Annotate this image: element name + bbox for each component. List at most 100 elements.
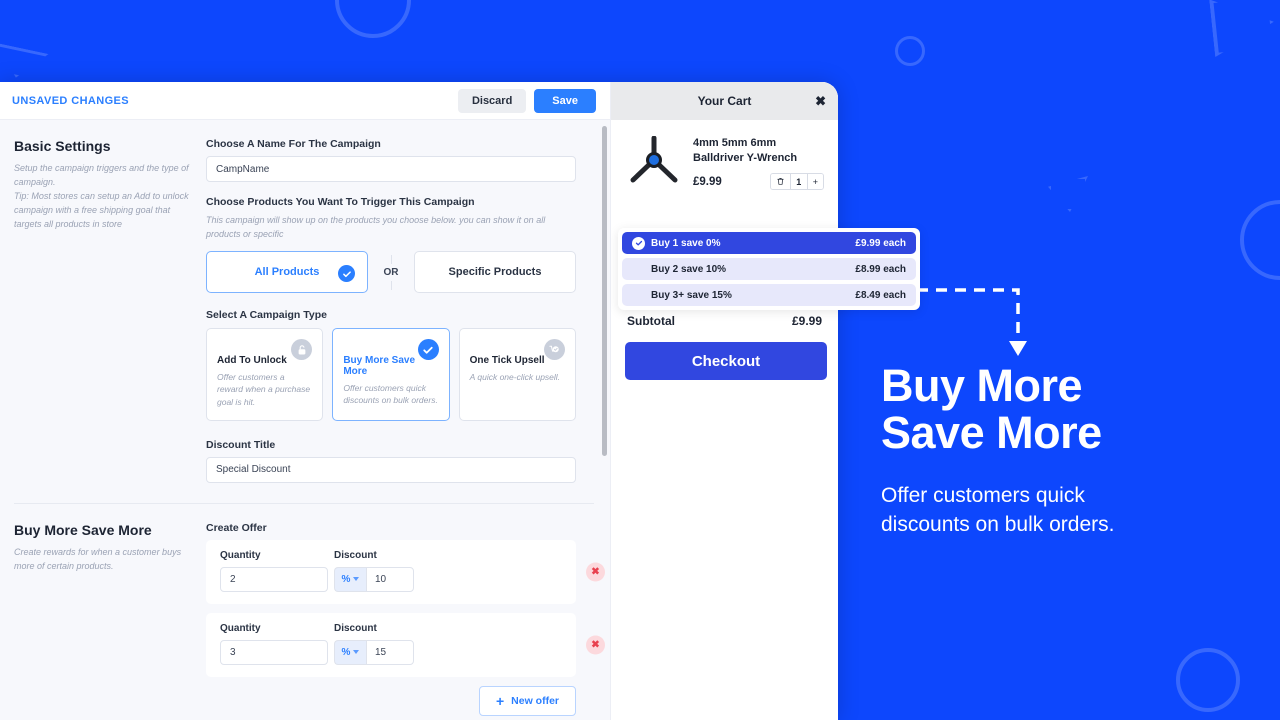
offer-tier[interactable]: Buy 2 save 10% £8.99 each <box>622 258 916 280</box>
quantity-header: Quantity <box>220 622 261 634</box>
trash-icon[interactable] <box>770 174 790 190</box>
app-window: UNSAVED CHANGES Discard Save Basic Setti… <box>0 82 838 720</box>
create-offer-label: Create Offer <box>206 521 267 534</box>
campaign-type-buy-more-save-more[interactable]: Buy More Save More Offer customers quick… <box>332 328 450 421</box>
buy-more-info: Buy More Save More Create rewards for wh… <box>14 522 206 716</box>
basic-settings-section: Basic Settings Setup the campaign trigge… <box>0 120 610 483</box>
basic-settings-title: Basic Settings <box>14 138 111 154</box>
basic-settings-form: Choose A Name For The Campaign Choose Pr… <box>206 138 594 483</box>
offer-inputs: % <box>220 639 562 665</box>
buy-more-save-more-section: Buy More Save More Create rewards for wh… <box>0 504 610 716</box>
quantity-header: Quantity <box>220 549 261 561</box>
offer-headers: Quantity Discount <box>220 550 562 561</box>
quantity-input[interactable] <box>220 566 328 592</box>
editor-scrollbar[interactable] <box>602 126 607 612</box>
tier-label: Buy 2 save 10% <box>651 263 727 275</box>
cart-item-price: £9.99 <box>693 175 722 188</box>
save-button[interactable]: Save <box>534 88 596 113</box>
offer-row: Quantity Discount % <box>206 612 605 677</box>
percent-symbol: % <box>341 646 351 658</box>
discount-title-label: Discount Title <box>206 438 276 451</box>
editor-scroll-area: Basic Settings Setup the campaign trigge… <box>0 120 610 720</box>
specific-products-option[interactable]: Specific Products <box>414 251 576 293</box>
basic-settings-info: Basic Settings Setup the campaign trigge… <box>14 138 206 483</box>
unsaved-changes-label: UNSAVED CHANGES <box>12 94 130 107</box>
quantity-input[interactable] <box>220 639 328 665</box>
cart-header: Your Cart ✖ <box>611 82 838 120</box>
tier-price: £8.99 each <box>855 263 906 275</box>
product-thumbnail <box>625 135 683 186</box>
all-products-option[interactable]: All Products <box>206 251 368 293</box>
discount-group: % <box>334 639 414 665</box>
plus-icon: + <box>495 692 505 709</box>
offer-row: Quantity Discount % <box>206 539 605 604</box>
cart-offer-tiers: Buy 1 save 0% £9.99 each Buy 2 save 10% … <box>618 228 920 310</box>
campaign-type-label: Select A Campaign Type <box>206 309 327 321</box>
increment-button[interactable]: + <box>807 174 823 190</box>
all-products-label: All Products <box>254 266 320 278</box>
discount-unit-select[interactable]: % <box>334 566 366 592</box>
offer-tier[interactable]: Buy 1 save 0% £9.99 each <box>622 232 916 254</box>
discount-title-input[interactable] <box>206 456 576 483</box>
check-icon <box>417 339 439 360</box>
basic-settings-description: Setup the campaign triggers and the type… <box>14 163 189 229</box>
cart-item-row: £9.99 1 + <box>693 173 824 191</box>
promo-subtitle-line-2: discounts on bulk orders. <box>881 513 1115 537</box>
discount-input[interactable] <box>366 566 414 592</box>
discount-header: Discount <box>334 622 377 634</box>
close-icon[interactable]: ✖ <box>815 95 826 108</box>
trigger-products-label: Choose Products You Want To Trigger This… <box>206 196 475 208</box>
discard-button[interactable]: Discard <box>457 88 527 113</box>
cart-line-item: 4mm 5mm 6mm Balldriver Y-Wrench £9.99 1 … <box>611 120 838 196</box>
offer-tier[interactable]: Buy 3+ save 15% £8.49 each <box>622 284 916 306</box>
editor-topbar: UNSAVED CHANGES Discard Save <box>0 82 610 120</box>
triangle-shape-top-right <box>1209 0 1277 57</box>
cart-item-info: 4mm 5mm 6mm Balldriver Y-Wrench £9.99 1 … <box>693 136 824 191</box>
quantity-value: 1 <box>789 174 808 190</box>
campaign-name-label: Choose A Name For The Campaign <box>206 138 381 150</box>
offer-headers: Quantity Discount <box>220 623 562 634</box>
dashed-arrow <box>917 288 1027 356</box>
cart-item-name: 4mm 5mm 6mm Balldriver Y-Wrench <box>693 137 798 164</box>
triangle-shape-left <box>0 43 49 84</box>
percent-symbol: % <box>341 573 351 585</box>
ring-shape-upper <box>895 36 925 66</box>
ring-shape-top-left <box>335 0 411 38</box>
specific-products-label: Specific Products <box>448 266 542 278</box>
discount-header: Discount <box>334 549 377 561</box>
cart-preview: Your Cart ✖ 4mm 5mm 6mm Balldriver Y-Wre… <box>610 82 838 720</box>
cart-title: Your Cart <box>697 94 752 108</box>
ring-shape-bottom-right <box>1176 648 1240 712</box>
cart-check-icon <box>543 339 565 360</box>
product-scope-選択: All Products OR Specific Products <box>206 251 576 293</box>
subtotal-label: Subtotal <box>627 314 675 329</box>
tier-price: £8.49 each <box>855 289 906 301</box>
checkout-button[interactable]: Checkout <box>625 342 827 381</box>
campaign-type-one-tick-upsell[interactable]: One Tick Upsell A quick one-click upsell… <box>458 328 576 421</box>
campaign-type-desc: Offer customers quick discounts on bulk … <box>343 383 438 406</box>
all-products-check-icon <box>338 265 355 282</box>
ring-shape-right <box>1240 200 1280 280</box>
discount-input[interactable] <box>366 639 414 665</box>
new-offer-button[interactable]: + New offer <box>478 685 576 716</box>
campaign-editor: UNSAVED CHANGES Discard Save Basic Setti… <box>0 82 610 720</box>
campaign-type-add-to-unlock[interactable]: Add To Unlock Offer customers a reward w… <box>206 328 324 421</box>
tier-check-icon <box>632 236 645 250</box>
tier-price: £9.99 each <box>855 237 906 249</box>
triangle-shape-middle <box>1048 176 1088 212</box>
offer-inputs: % <box>220 566 562 592</box>
campaign-type-desc: A quick one-click upsell. <box>469 372 561 382</box>
promo-subtitle: Offer customers quick discounts on bulk … <box>881 481 1261 541</box>
scrollbar-thumb[interactable] <box>602 126 607 456</box>
quantity-stepper: 1 + <box>769 173 824 191</box>
buy-more-title: Buy More Save More <box>14 521 152 538</box>
campaign-name-input[interactable] <box>206 156 576 182</box>
promo-copy: Buy More Save More Offer customers quick… <box>881 362 1261 540</box>
tier-label: Buy 1 save 0% <box>651 237 721 249</box>
new-offer-wrap: + New offer <box>206 685 576 716</box>
topbar-actions: Discard Save <box>457 88 596 113</box>
delete-offer-button[interactable]: ✖ <box>586 635 605 655</box>
discount-unit-select[interactable]: % <box>334 639 366 665</box>
campaign-type-desc: Offer customers a reward when a purchase… <box>217 372 311 407</box>
subtotal-value: £9.99 <box>791 314 822 329</box>
